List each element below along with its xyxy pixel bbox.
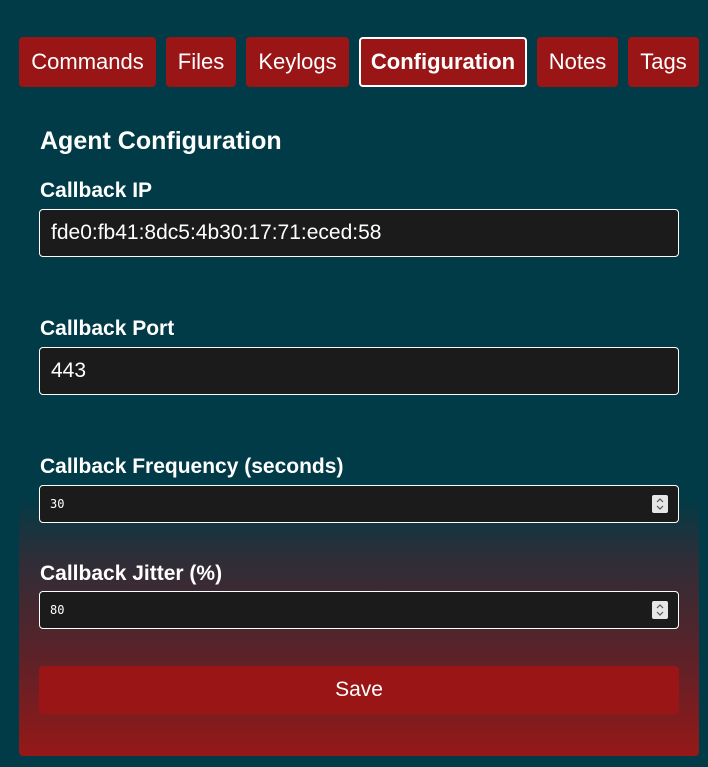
callback-jitter-input[interactable]: 80 <box>39 591 679 629</box>
callback-ip-input[interactable]: fde0:fb41:8dc5:4b30:17:71:eced:58 <box>39 209 679 257</box>
up-down-arrows-icon[interactable] <box>652 601 668 619</box>
tab-notes[interactable]: Notes <box>537 37 618 87</box>
callback-frequency-value: 30 <box>50 497 65 511</box>
callback-ip-label: Callback IP <box>40 179 153 202</box>
callback-frequency-input[interactable]: 30 <box>39 485 679 523</box>
page-title: Agent Configuration <box>40 127 282 155</box>
callback-frequency-label: Callback Frequency (seconds) <box>40 455 344 478</box>
tab-commands[interactable]: Commands <box>19 37 156 87</box>
tab-configuration[interactable]: Configuration <box>359 37 527 87</box>
tab-tags[interactable]: Tags <box>628 37 699 87</box>
callback-ip-value: fde0:fb41:8dc5:4b30:17:71:eced:58 <box>51 221 382 244</box>
up-down-arrows-icon[interactable] <box>652 495 668 513</box>
tab-bar: Commands Files Keylogs Configuration Not… <box>19 37 699 87</box>
configuration-panel: Agent Configuration Callback IP fde0:fb4… <box>19 87 699 756</box>
callback-jitter-value: 80 <box>50 603 65 617</box>
callback-port-value: 443 <box>51 359 87 382</box>
callback-port-input[interactable]: 443 <box>39 347 679 395</box>
callback-port-label: Callback Port <box>40 317 175 340</box>
tab-files[interactable]: Files <box>166 37 236 87</box>
save-button[interactable]: Save <box>39 666 679 714</box>
callback-jitter-label: Callback Jitter (%) <box>40 562 223 585</box>
tab-keylogs[interactable]: Keylogs <box>246 37 349 87</box>
